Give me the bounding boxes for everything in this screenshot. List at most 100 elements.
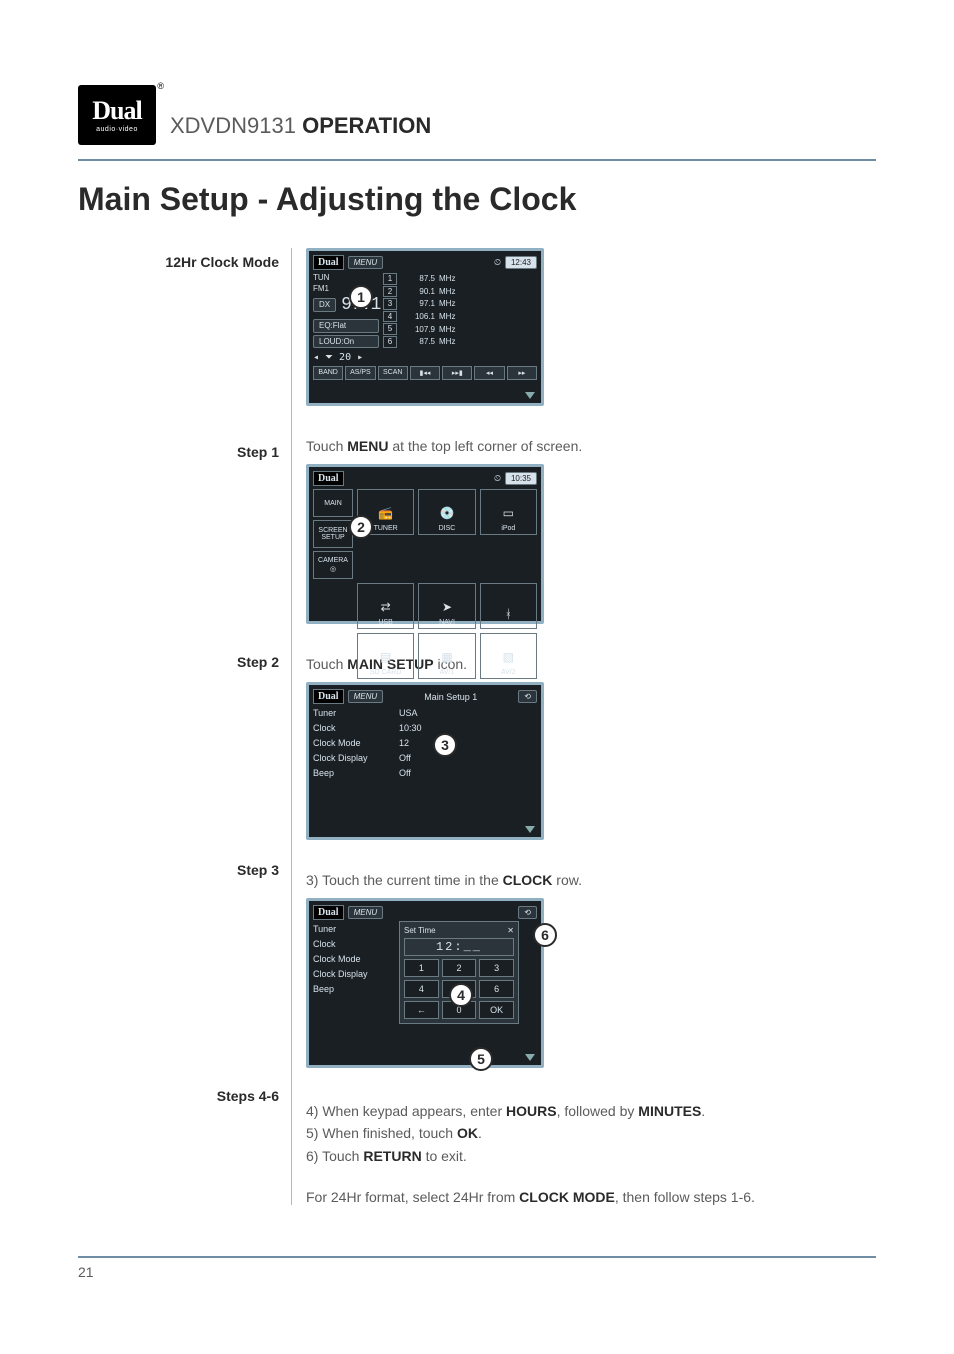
step1-text: Touch MENU at the top left corner of scr… — [306, 438, 876, 454]
row-clock[interactable]: Clock10:30 — [313, 723, 537, 733]
steps46-text: 4) When keypad appears, enter HOURS, fol… — [306, 1100, 876, 1167]
key-back[interactable]: ← — [404, 1001, 439, 1019]
clock-icon: ⏲ — [494, 473, 501, 484]
preset-unit: MHz — [439, 325, 455, 334]
label-step2: Step 2 — [78, 654, 279, 670]
preset-freq: 87.5 — [401, 337, 435, 346]
section-name: OPERATION — [302, 113, 431, 138]
key-2[interactable]: 2 — [442, 959, 477, 977]
dual-badge: Dual — [313, 471, 344, 486]
brand-logo: ® Dual audio·video — [78, 85, 156, 145]
label-clock-mode: 12Hr Clock Mode — [78, 254, 279, 270]
side-camera-button[interactable]: CAMERA ◎ — [313, 551, 353, 579]
model-line: XDVDN9131 OPERATION — [170, 113, 431, 145]
row-beep[interactable]: BeepOff — [313, 768, 537, 778]
key-6[interactable]: 6 — [479, 980, 514, 998]
setup-title: Main Setup 1 — [424, 692, 477, 702]
forward-button[interactable]: ▸▸ — [507, 366, 537, 380]
dual-badge: Dual — [313, 255, 344, 270]
preset-num[interactable]: 5 — [383, 323, 397, 335]
disc-icon: 💿 — [438, 504, 456, 522]
loud-badge[interactable]: LOUD:On — [313, 335, 379, 349]
keypad: Set Time ✕ 12:__ 1 2 3 4 5 6 ← 0 OK — [399, 921, 519, 1024]
row-clock-display[interactable]: Clock DisplayOff — [313, 753, 537, 763]
clock-icon: ⏲ — [494, 257, 501, 268]
asps-button[interactable]: AS/PS — [345, 366, 375, 380]
row-tuner[interactable]: TunerUSA — [313, 708, 537, 718]
note-24hr: For 24Hr format, select 24Hr from CLOCK … — [306, 1189, 876, 1205]
tile-av1[interactable]: ▦AV/1 — [418, 633, 475, 679]
preset-freq: 90.1 — [401, 287, 435, 296]
return-button[interactable]: ⟲ — [518, 690, 537, 704]
menu-button[interactable]: MENU — [348, 256, 384, 270]
dual-badge: Dual — [313, 689, 344, 704]
label-steps46: Steps 4-6 — [78, 1088, 279, 1104]
preset-freq: 97.1 — [401, 299, 435, 308]
tile-sdcard[interactable]: ▤SD CARD — [357, 633, 414, 679]
preset-num[interactable]: 1 — [383, 273, 397, 285]
key-ok[interactable]: OK — [479, 1001, 514, 1019]
preset-num[interactable]: 6 — [383, 336, 397, 348]
preset-num[interactable]: 3 — [383, 298, 397, 310]
keypad-title: Set Time — [404, 926, 436, 935]
preset-unit: MHz — [439, 337, 455, 346]
clock-time: 10:35 — [505, 472, 537, 486]
scan-button[interactable]: SCAN — [378, 366, 408, 380]
sdcard-icon: ▤ — [377, 648, 395, 666]
next-track-button[interactable]: ▸▸▮ — [442, 366, 472, 380]
menu-button[interactable]: MENU — [348, 906, 384, 920]
band-button[interactable]: BAND — [313, 366, 343, 380]
dx-badge[interactable]: DX — [313, 298, 336, 312]
preset-unit: MHz — [439, 274, 455, 283]
brand-name: Dual — [92, 98, 141, 124]
bluetooth-icon: ᚼ — [499, 605, 517, 623]
tile-navi[interactable]: ➤NAVI — [418, 583, 475, 629]
tuner-icon: 📻 — [377, 504, 395, 522]
header-rule — [78, 159, 876, 161]
key-1[interactable]: 1 — [404, 959, 439, 977]
eq-badge[interactable]: EQ:Flat — [313, 319, 379, 333]
preset-num[interactable]: 4 — [383, 311, 397, 323]
tile-usb[interactable]: ⇄USB — [357, 583, 414, 629]
camera-icon: ◎ — [330, 566, 336, 573]
keypad-close-button[interactable]: ✕ — [507, 926, 514, 935]
tile-bluetooth[interactable]: ᚼ — [480, 583, 537, 629]
scroll-down-icon[interactable] — [525, 826, 535, 833]
screenshot-set-time-keypad: Dual MENU ⟲ Tuner Clock Clock Mode Clock… — [306, 898, 544, 1068]
screenshot-tuner: Dual MENU ⏲ 12:43 TUN FM1 DX 97.1 — [306, 248, 544, 406]
av1-icon: ▦ — [438, 648, 456, 666]
screenshot-setup-list: Dual MENU Main Setup 1 ⟲ TunerUSA Clock1… — [306, 682, 544, 840]
return-button[interactable]: ⟲ — [518, 906, 537, 920]
key-3[interactable]: 3 — [479, 959, 514, 977]
brand-subtitle: audio·video — [96, 126, 138, 133]
volume-indicator[interactable]: ◂ ⏷ 20 ▸ — [313, 352, 379, 363]
row-clock-mode: Clock Mode — [313, 954, 393, 964]
tile-disc[interactable]: 💿DISC — [418, 489, 475, 535]
label-step3: Step 3 — [78, 862, 279, 878]
rewind-button[interactable]: ◂◂ — [474, 366, 504, 380]
tun-label: TUN — [313, 273, 379, 282]
preset-unit: MHz — [439, 299, 455, 308]
scroll-down-icon[interactable] — [525, 392, 535, 399]
side-setup-button[interactable]: SCREEN SETUP — [313, 520, 353, 548]
tile-av2[interactable]: ▧AV/2 — [480, 633, 537, 679]
callout-6: 6 — [533, 923, 557, 947]
row-clock-mode[interactable]: Clock Mode12 — [313, 738, 537, 748]
brand-row: ® Dual audio·video XDVDN9131 OPERATION — [78, 85, 876, 145]
row-beep: Beep — [313, 984, 393, 994]
callout-1: 1 — [349, 285, 373, 309]
prev-track-button[interactable]: ▮◂◂ — [410, 366, 440, 380]
callout-4: 4 — [449, 983, 473, 1007]
preset-freq: 87.5 — [401, 274, 435, 283]
side-main-button[interactable]: MAIN — [313, 489, 353, 517]
scroll-down-icon[interactable] — [525, 1054, 535, 1061]
preset-unit: MHz — [439, 287, 455, 296]
page-number: 21 — [78, 1264, 876, 1280]
preset-list: 187.5MHz 290.1MHz 397.1MHz 4106.1MHz 510… — [383, 273, 537, 349]
preset-num[interactable]: 2 — [383, 286, 397, 298]
menu-button[interactable]: MENU — [348, 690, 384, 704]
row-tuner: Tuner — [313, 924, 393, 934]
usb-icon: ⇄ — [377, 598, 395, 616]
tile-ipod[interactable]: ▭iPod — [480, 489, 537, 535]
key-4[interactable]: 4 — [404, 980, 439, 998]
